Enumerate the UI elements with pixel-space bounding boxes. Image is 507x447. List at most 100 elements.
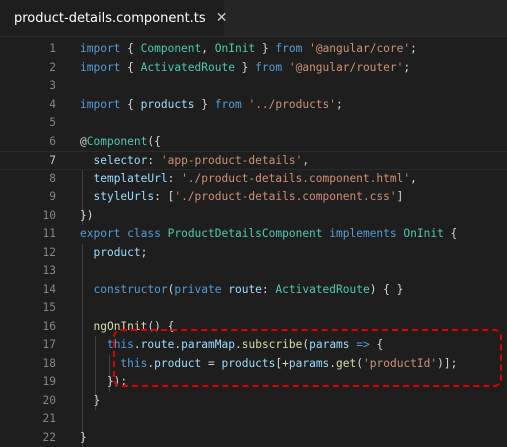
line-number: 6 bbox=[0, 133, 56, 152]
code-line[interactable]: 10}) bbox=[0, 207, 507, 226]
line-number: 10 bbox=[0, 207, 56, 226]
code-token: templateUrl bbox=[93, 172, 167, 185]
code-token: '../products' bbox=[248, 98, 336, 111]
code-text: styleUrls: ['./product-details.component… bbox=[80, 188, 403, 207]
code-line[interactable]: 3 bbox=[0, 77, 507, 96]
code-line[interactable]: 7 selector: 'app-product-details', bbox=[0, 151, 507, 170]
code-token: } bbox=[255, 42, 275, 55]
code-token: : [ bbox=[154, 190, 174, 203]
code-token bbox=[80, 190, 93, 203]
code-token: Component bbox=[141, 42, 202, 55]
code-token: } bbox=[80, 431, 87, 444]
annotation-highlight-box bbox=[113, 329, 502, 387]
code-line[interactable]: 6 @Component({ bbox=[0, 133, 507, 152]
code-text: import { products } from '../products'; bbox=[80, 96, 343, 115]
code-text: } bbox=[80, 429, 87, 447]
code-line[interactable]: 1 import { Component, OnInit } from '@ang… bbox=[0, 40, 507, 59]
code-token: : bbox=[147, 154, 160, 167]
code-token: '@angular/router' bbox=[289, 61, 404, 74]
code-token: : bbox=[262, 283, 275, 296]
tab-product-details-component[interactable]: product-details.component.ts ✕ bbox=[0, 0, 225, 36]
code-token: , bbox=[302, 154, 309, 167]
code-line[interactable]: 12 product; bbox=[0, 244, 507, 263]
code-line[interactable]: 5 bbox=[0, 114, 507, 133]
line-number: 2 bbox=[0, 59, 56, 78]
code-line[interactable]: 2 import { ActivatedRoute } from '@angula… bbox=[0, 59, 507, 78]
code-token: OnInit bbox=[215, 42, 255, 55]
line-number: 7 bbox=[0, 152, 56, 171]
code-token: @ bbox=[80, 135, 87, 148]
code-token: constructor bbox=[93, 283, 167, 296]
code-token: import bbox=[80, 98, 120, 111]
code-editor[interactable]: 1 import { Component, OnInit } from '@ang… bbox=[0, 37, 507, 447]
code-token: Component bbox=[87, 135, 148, 148]
code-token: ) { } bbox=[370, 283, 404, 296]
line-number: 3 bbox=[0, 77, 56, 96]
code-token: '@angular/core' bbox=[309, 42, 410, 55]
code-token: class bbox=[127, 227, 161, 240]
line-number: 19 bbox=[0, 373, 56, 392]
code-token: from bbox=[255, 61, 282, 74]
code-token: './product-details.component.html' bbox=[181, 172, 410, 185]
code-line[interactable]: 9 styleUrls: ['./product-details.compone… bbox=[0, 188, 507, 207]
code-token bbox=[80, 320, 93, 333]
code-token bbox=[80, 154, 93, 167]
line-number: 20 bbox=[0, 392, 56, 411]
code-line[interactable]: 14 constructor(private route: ActivatedR… bbox=[0, 281, 507, 300]
code-token bbox=[80, 338, 107, 351]
code-token: import bbox=[80, 42, 120, 55]
code-token: , bbox=[201, 42, 214, 55]
code-token: { bbox=[120, 61, 140, 74]
code-token: ActivatedRoute bbox=[275, 283, 369, 296]
code-token: route bbox=[228, 283, 262, 296]
code-token: ; bbox=[141, 246, 148, 259]
line-number: 14 bbox=[0, 281, 56, 300]
line-number: 17 bbox=[0, 336, 56, 355]
code-token: from bbox=[215, 98, 242, 111]
code-token bbox=[80, 172, 93, 185]
code-token: selector bbox=[93, 154, 147, 167]
code-token: export bbox=[80, 227, 120, 240]
code-token: ActivatedRoute bbox=[141, 61, 235, 74]
code-token: } bbox=[235, 61, 255, 74]
close-icon[interactable]: ✕ bbox=[216, 10, 228, 26]
code-token: ProductDetailsComponent bbox=[168, 227, 323, 240]
code-line[interactable]: 13 bbox=[0, 262, 507, 281]
code-token bbox=[282, 61, 289, 74]
code-text: export class ProductDetailsComponent imp… bbox=[80, 225, 457, 244]
code-text: @Component({ bbox=[80, 133, 161, 152]
line-number: 22 bbox=[0, 429, 56, 447]
code-line[interactable]: 11export class ProductDetailsComponent i… bbox=[0, 225, 507, 244]
line-number: 1 bbox=[0, 40, 56, 59]
code-token bbox=[80, 283, 93, 296]
tab-title: product-details.component.ts bbox=[14, 11, 206, 26]
code-text: import { Component, OnInit } from '@angu… bbox=[80, 40, 417, 59]
code-line[interactable]: 15 bbox=[0, 299, 507, 318]
code-line[interactable]: 21 bbox=[0, 410, 507, 429]
code-token: ; bbox=[410, 42, 417, 55]
code-text: selector: 'app-product-details', bbox=[80, 152, 309, 171]
code-text: import { ActivatedRoute } from '@angular… bbox=[80, 59, 410, 78]
code-text: }) bbox=[80, 207, 93, 226]
code-token: from bbox=[275, 42, 302, 55]
line-number: 5 bbox=[0, 114, 56, 133]
code-token: implements bbox=[329, 227, 396, 240]
code-token: { bbox=[120, 42, 140, 55]
code-line[interactable]: 4import { products } from '../products'; bbox=[0, 96, 507, 115]
code-line[interactable]: 22} bbox=[0, 429, 507, 447]
code-token: OnInit bbox=[403, 227, 443, 240]
code-token: } bbox=[195, 98, 215, 111]
line-number: 12 bbox=[0, 244, 56, 263]
code-token: 'app-product-details' bbox=[161, 154, 302, 167]
code-text: constructor(private route: ActivatedRout… bbox=[80, 281, 403, 300]
code-token bbox=[80, 246, 93, 259]
line-number: 13 bbox=[0, 262, 56, 281]
code-token: products bbox=[141, 98, 195, 111]
code-line[interactable]: 20 } bbox=[0, 392, 507, 411]
code-token: styleUrls bbox=[93, 190, 154, 203]
code-line[interactable]: 8 templateUrl: './product-details.compon… bbox=[0, 170, 507, 189]
editor-tab-bar: product-details.component.ts ✕ bbox=[0, 0, 507, 37]
code-token: private bbox=[174, 283, 221, 296]
line-number: 8 bbox=[0, 170, 56, 189]
line-number: 18 bbox=[0, 355, 56, 374]
